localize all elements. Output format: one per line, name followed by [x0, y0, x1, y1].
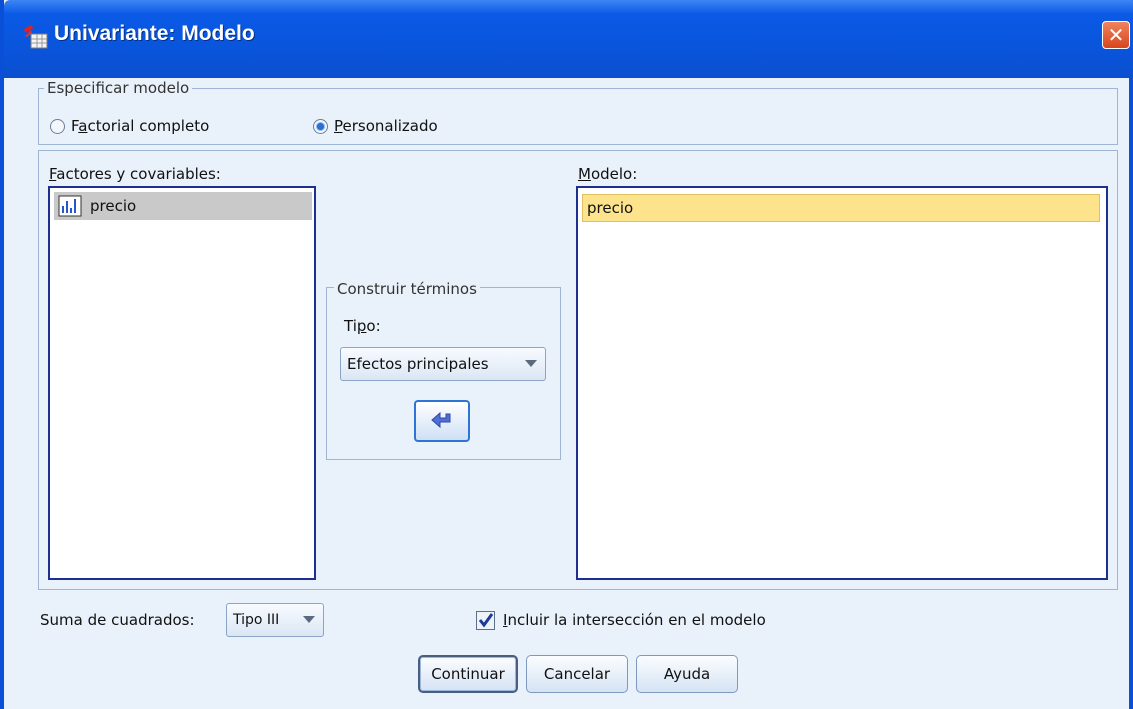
sum-of-squares-value: Tipo III [233, 612, 280, 628]
include-intercept-label: Incluir la intersección en el modelo [503, 611, 766, 629]
specify-model-legend: Especificar modelo [44, 79, 193, 97]
move-to-model-button[interactable] [414, 400, 470, 442]
factors-listbox[interactable]: precio [48, 186, 316, 580]
chevron-down-icon [303, 616, 315, 623]
radio-full-factorial-dot[interactable] [50, 118, 65, 134]
sum-of-squares-dropdown[interactable]: Tipo III [226, 603, 324, 637]
factors-label: Factores y covariables: [49, 165, 221, 183]
help-button[interactable]: Ayuda [636, 655, 738, 693]
model-listbox[interactable]: precio [576, 186, 1108, 580]
window-title: Univariante: Modelo [54, 22, 255, 45]
build-terms-legend: Construir términos [334, 280, 480, 298]
model-label: Modelo: [578, 165, 638, 183]
cancel-button[interactable]: Cancelar [526, 655, 628, 693]
include-intercept-checkbox[interactable] [476, 611, 495, 630]
continue-button[interactable]: Continuar [418, 655, 518, 693]
type-label: Tipo: [344, 317, 381, 335]
close-icon: ✕ [1107, 23, 1125, 47]
radio-full-factorial-label: Factorial completo [71, 117, 210, 135]
model-item-precio[interactable]: precio [582, 194, 1100, 222]
term-type-value: Efectos principales [347, 355, 489, 373]
radio-custom-dot[interactable] [313, 118, 328, 134]
scale-variable-icon [58, 195, 82, 217]
close-button[interactable]: ✕ [1102, 21, 1130, 49]
sum-of-squares-label: Suma de cuadrados: [40, 611, 195, 629]
chevron-down-icon [525, 360, 537, 367]
term-type-dropdown[interactable]: Efectos principales [340, 347, 546, 381]
dialog-window: Univariante: Modelo ✕ Especificar modelo… [0, 0, 1133, 709]
factor-item-precio[interactable]: precio [54, 192, 312, 220]
radio-custom[interactable]: Personalizado [313, 117, 438, 135]
radio-full-factorial[interactable]: Factorial completo [50, 117, 209, 135]
factor-item-label: precio [90, 197, 137, 215]
arrow-left-icon [431, 411, 451, 429]
title-bar[interactable]: Univariante: Modelo ✕ [4, 0, 1133, 78]
spss-app-icon [23, 24, 48, 49]
model-item-label: precio [587, 199, 634, 217]
checkmark-icon [478, 613, 494, 628]
radio-custom-label: Personalizado [334, 117, 438, 135]
